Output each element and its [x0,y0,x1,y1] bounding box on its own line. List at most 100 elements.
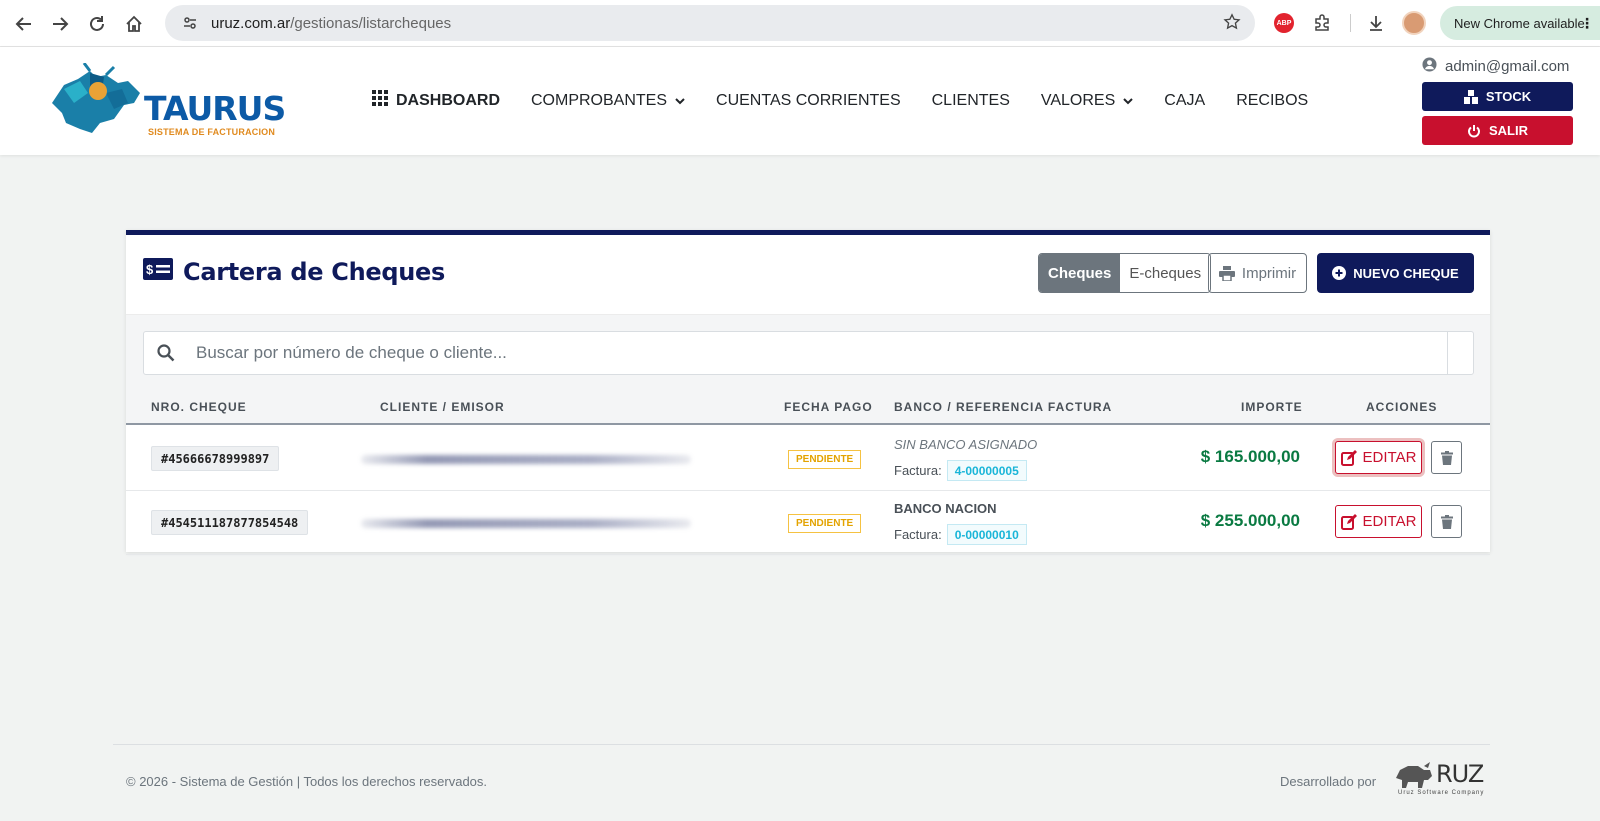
search-addon [1447,332,1473,374]
col-acciones: ACCIONES [1366,400,1438,414]
edit-button[interactable]: EDITAR [1335,505,1422,538]
user-email: admin@gmail.com [1445,58,1570,75]
col-nro-cheque[interactable]: NRO. CHEQUE [151,400,247,414]
svg-text:$: $ [146,262,154,277]
nav-valores[interactable]: VALORES [1041,92,1133,110]
edit-button[interactable]: EDITAR [1335,441,1422,474]
uruz-logo[interactable]: RUZ Uruz Software Company [1394,760,1490,800]
toggle-echeques[interactable]: E-cheques [1120,254,1211,292]
invoice-label: Factura: [894,463,942,478]
adblock-label: ABP [1274,13,1294,33]
card-header: $ Cartera de Cheques Cheques E-cheques I… [126,235,1490,315]
col-banco[interactable]: BANCO / REFERENCIA FACTURA [894,400,1112,414]
nav-caja[interactable]: CAJA [1164,92,1205,110]
table-row: #45666678999897 PENDIENTE SIN BANCO ASIG… [126,427,1490,491]
delete-button[interactable] [1431,441,1462,474]
edit-button-label: EDITAR [1362,513,1417,530]
reload-icon[interactable] [81,8,113,40]
print-button[interactable]: Imprimir [1208,253,1307,293]
search-icon [144,344,188,362]
profile-avatar[interactable] [1400,9,1428,37]
uruz-brand-text: RUZ [1436,760,1484,788]
footer-copyright: © 2026 - Sistema de Gestión | Todos los … [126,774,488,789]
col-importe[interactable]: IMPORTE [1241,400,1303,414]
invoice-number[interactable]: 0-00000010 [946,524,1027,545]
card-title-text: Cartera de Cheques [183,258,445,286]
chrome-update-label: New Chrome available [1454,15,1585,31]
address-bar[interactable]: uruz.com.ar /gestionas/listarcheques [165,5,1255,41]
grid-icon [372,90,388,111]
col-fecha-pago[interactable]: FECHA PAGO [784,400,873,414]
print-button-label: Imprimir [1241,264,1297,282]
main-nav: DASHBOARD COMPROBANTES CUENTAS CORRIENTE… [372,90,1339,111]
url-path: /gestionas/listarcheques [290,14,452,32]
nav-recibos-label: RECIBOS [1236,91,1309,109]
url-host: uruz.com.ar [211,14,291,32]
toggle-cheques[interactable]: Cheques [1039,254,1121,292]
delete-button[interactable] [1431,505,1462,538]
chrome-update-button[interactable]: New Chrome available ⋮ [1440,6,1600,40]
footer-divider [113,744,1490,745]
nav-clientes[interactable]: CLIENTES [932,92,1010,110]
adblock-extension-icon[interactable]: ABP [1270,9,1298,37]
edit-button-label: EDITAR [1362,449,1417,466]
uruz-brand-subtitle: Uruz Software Company [1398,790,1485,796]
footer-developed-by: Desarrollado por [1280,774,1377,789]
nav-comprobantes[interactable]: COMPROBANTES [531,92,685,110]
edit-icon [1340,513,1357,530]
search-input[interactable] [188,332,1447,374]
invoice-number[interactable]: 4-00000005 [946,460,1027,481]
back-icon[interactable] [8,8,40,40]
cheque-number: #45666678999897 [151,446,280,471]
stock-button[interactable]: STOCK [1422,82,1573,111]
boxes-icon [1463,89,1478,104]
table-header: NRO. CHEQUE CLIENTE / EMISOR FECHA PAGO … [126,389,1490,425]
site-settings-icon[interactable] [179,12,201,34]
nav-caja-label: CAJA [1164,91,1206,109]
cheque-amount: $ 165.000,00 [1200,447,1300,466]
table-row: #454511187877854548 PENDIENTE BANCO NACI… [126,491,1490,555]
search-section [126,315,1490,395]
browser-toolbar: uruz.com.ar /gestionas/listarcheques ABP… [0,0,1600,47]
cheque-number: #454511187877854548 [151,510,309,535]
invoice-label: Factura: [894,527,942,542]
user-info: admin@gmail.com [1422,57,1569,76]
col-cliente[interactable]: CLIENTE / EMISOR [380,400,505,414]
trash-icon [1440,450,1453,465]
invoice-reference: Factura: 4-00000005 [894,460,1027,481]
bookmark-star-icon[interactable] [1223,13,1241,36]
cheque-type-toggle: Cheques E-cheques [1038,253,1212,293]
forward-icon[interactable] [44,8,76,40]
power-icon [1468,124,1480,137]
page-title: $ Cartera de Cheques [143,258,445,286]
download-icon[interactable] [1362,9,1390,37]
nav-cuentas-corrientes[interactable]: CUENTAS CORRIENTES [716,92,901,110]
nav-dashboard[interactable]: DASHBOARD [372,90,500,111]
bison-logo-icon [1396,762,1432,788]
logo-subtitle: SISTEMA DE FACTURACION [148,127,276,137]
stock-button-label: STOCK [1485,89,1532,104]
logout-button-label: SALIR [1489,123,1528,138]
extensions-puzzle-icon[interactable] [1308,9,1336,37]
client-name-redacted [361,455,691,464]
client-name-redacted [361,519,691,528]
chevron-down-icon [1123,92,1133,110]
more-menu-icon[interactable]: ⋮ [1580,15,1594,32]
taurus-logo[interactable]: TAURUS SISTEMA DE FACTURACION [44,63,286,139]
nav-recibos[interactable]: RECIBOS [1236,92,1308,110]
bull-logo-icon [52,63,140,133]
status-badge: PENDIENTE [788,450,862,469]
new-cheque-button[interactable]: NUEVO CHEQUE [1317,253,1474,293]
logout-button[interactable]: SALIR [1422,116,1573,145]
cheques-card: $ Cartera de Cheques Cheques E-cheques I… [126,230,1490,555]
cheque-amount: $ 255.000,00 [1200,511,1300,530]
home-icon[interactable] [118,8,150,40]
chevron-down-icon [675,92,685,110]
nav-comprobantes-label: COMPROBANTES [531,91,668,109]
money-check-icon: $ [143,258,173,286]
nav-dashboard-label: DASHBOARD [396,91,500,109]
nav-cuentas-label: CUENTAS CORRIENTES [716,91,901,109]
avatar [1402,11,1426,35]
logo-text: TAURUS [144,89,286,128]
edit-icon [1340,449,1357,466]
